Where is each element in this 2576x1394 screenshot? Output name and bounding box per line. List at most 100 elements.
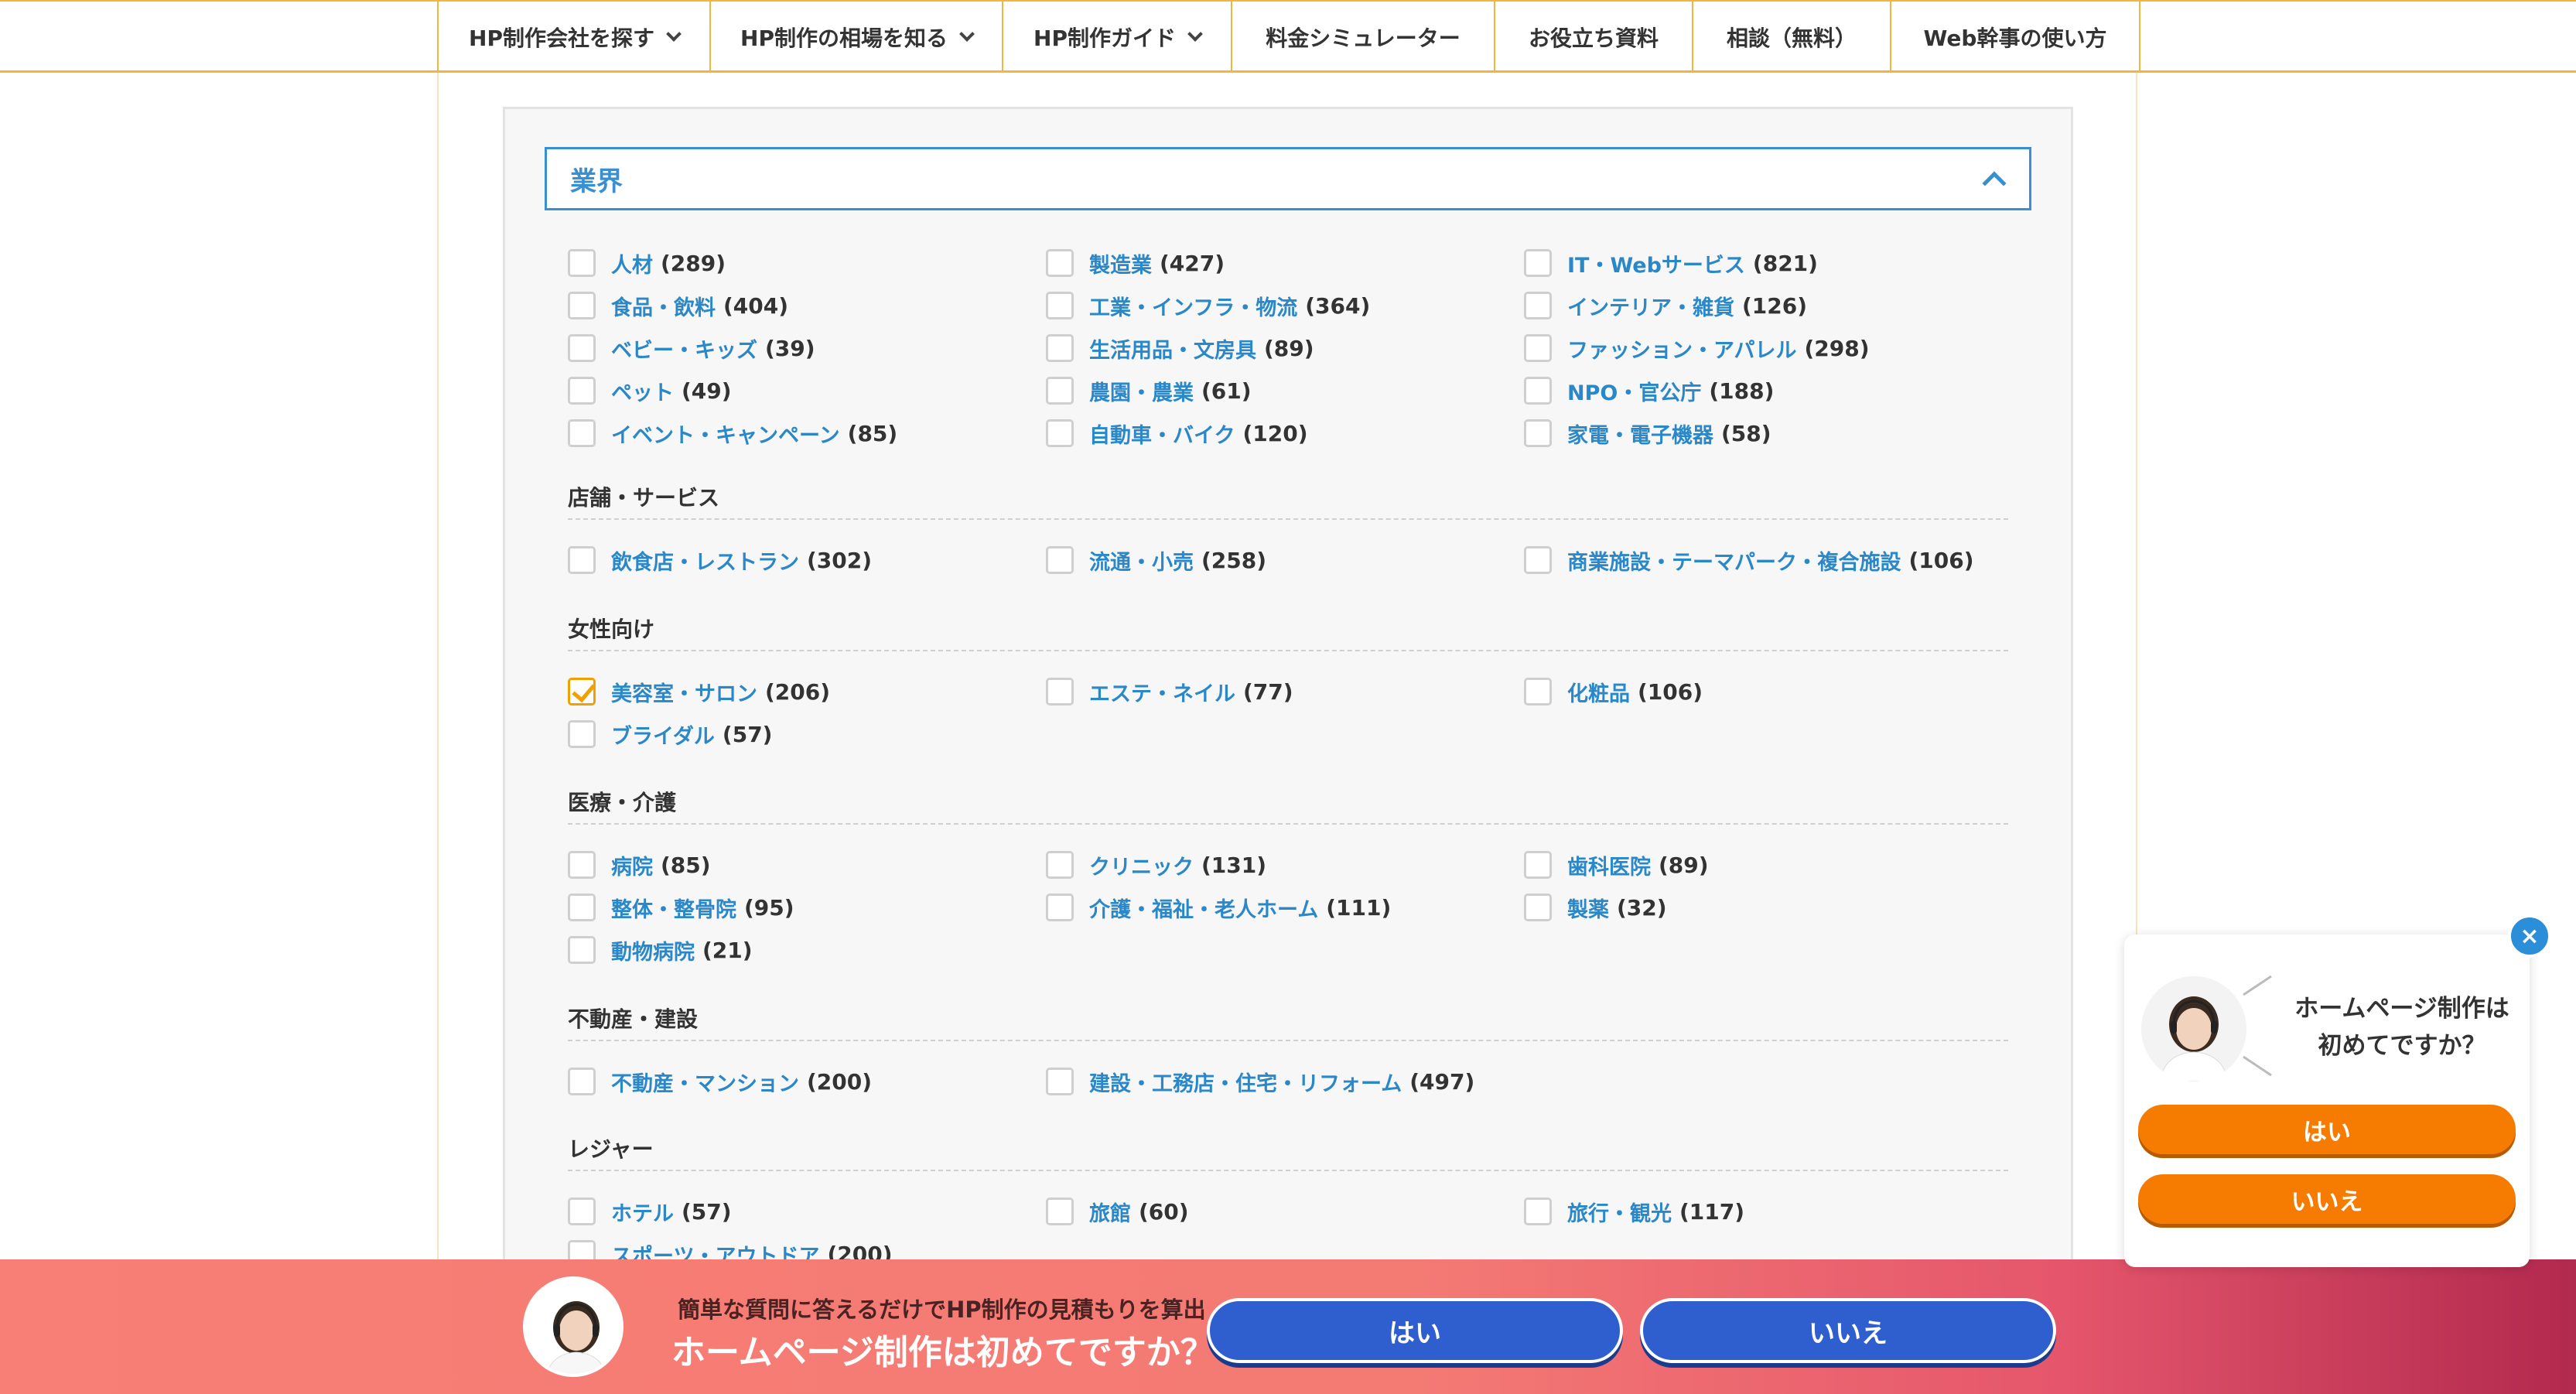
industry-link[interactable]: 食品・飲料 xyxy=(611,291,716,321)
chat-no-button[interactable]: いいえ xyxy=(2138,1174,2516,1224)
checkbox-checked[interactable] xyxy=(568,678,596,706)
industry-checkbox-item[interactable]: 工業・インフラ・物流 (364) xyxy=(1046,290,1370,321)
industry-link[interactable]: 不動産・マンション xyxy=(611,1067,799,1097)
checkbox[interactable] xyxy=(568,334,596,362)
industry-checkbox-item[interactable]: 家電・電子機器 (58) xyxy=(1524,418,1771,449)
industry-checkbox-item[interactable]: 旅館 (60) xyxy=(1046,1196,1189,1227)
checkbox[interactable] xyxy=(1046,678,1074,706)
industry-link[interactable]: 工業・インフラ・物流 xyxy=(1089,291,1297,321)
industry-link[interactable]: 歯科医院 xyxy=(1567,850,1651,880)
nav-resources[interactable]: お役立ち資料 xyxy=(1494,2,1692,72)
checkbox[interactable] xyxy=(1046,292,1074,319)
industry-checkbox-item[interactable]: 流通・小売 (258) xyxy=(1046,545,1266,576)
industry-link[interactable]: 商業施設・テーマパーク・複合施設 xyxy=(1567,545,1901,576)
nav-market-price[interactable]: HP制作の相場を知る xyxy=(709,2,1002,72)
nav-guide[interactable]: HP制作ガイド xyxy=(1002,2,1231,72)
industry-link[interactable]: ファッション・アパレル xyxy=(1567,333,1796,364)
checkbox[interactable] xyxy=(1046,334,1074,362)
industry-link[interactable]: 家電・電子機器 xyxy=(1567,419,1713,449)
industry-checkbox-item[interactable]: 商業施設・テーマパーク・複合施設 (106) xyxy=(1524,545,1974,576)
industry-checkbox-item[interactable]: ブライダル (57) xyxy=(568,719,772,750)
industry-checkbox-item[interactable]: 不動産・マンション (200) xyxy=(568,1066,872,1097)
checkbox[interactable] xyxy=(1524,546,1552,574)
industry-checkbox-item[interactable]: ホテル (57) xyxy=(568,1196,732,1227)
industry-checkbox-item[interactable]: IT・Webサービス (821) xyxy=(1524,248,1818,278)
industry-checkbox-item[interactable]: 食品・飲料 (404) xyxy=(568,290,788,321)
checkbox[interactable] xyxy=(1046,377,1074,405)
checkbox[interactable] xyxy=(568,1198,596,1225)
industry-link[interactable]: ホテル xyxy=(611,1197,674,1227)
industry-checkbox-item[interactable]: 歯科医院 (89) xyxy=(1524,849,1709,880)
industry-checkbox-item[interactable]: 介護・福祉・老人ホーム (111) xyxy=(1046,892,1391,923)
nav-consultation[interactable]: 相談（無料） xyxy=(1692,2,1890,72)
checkbox[interactable] xyxy=(1046,1198,1074,1225)
industry-checkbox-item[interactable]: NPO・官公庁 (188) xyxy=(1524,375,1774,406)
industry-link[interactable]: エステ・ネイル xyxy=(1089,677,1235,707)
nav-find-company[interactable]: HP制作会社を探す xyxy=(437,2,709,72)
industry-link[interactable]: IT・Webサービス xyxy=(1567,248,1745,278)
industry-checkbox-item[interactable]: 化粧品 (106) xyxy=(1524,676,1703,707)
industry-link[interactable]: ベビー・キッズ xyxy=(611,333,757,364)
checkbox[interactable] xyxy=(568,377,596,405)
industry-checkbox-item[interactable]: 旅行・観光 (117) xyxy=(1524,1196,1744,1227)
checkbox[interactable] xyxy=(1524,249,1552,277)
industry-link[interactable]: ブライダル xyxy=(611,719,715,750)
industry-link[interactable]: ペット xyxy=(611,376,674,406)
checkbox[interactable] xyxy=(568,893,596,921)
industry-link[interactable]: 美容室・サロン xyxy=(611,677,757,707)
industry-checkbox-item[interactable]: 美容室・サロン (206) xyxy=(568,676,830,707)
industry-checkbox-item[interactable]: エステ・ネイル (77) xyxy=(1046,676,1293,707)
industry-accordion-header[interactable]: 業界 xyxy=(545,147,2031,210)
checkbox[interactable] xyxy=(568,419,596,447)
industry-link[interactable]: 製薬 xyxy=(1567,893,1609,923)
banner-yes-button[interactable]: はい xyxy=(1207,1298,1623,1363)
industry-link[interactable]: クリニック xyxy=(1089,850,1194,880)
checkbox[interactable] xyxy=(568,851,596,879)
chat-yes-button[interactable]: はい xyxy=(2138,1105,2516,1154)
checkbox[interactable] xyxy=(568,720,596,748)
checkbox[interactable] xyxy=(1524,292,1552,319)
industry-checkbox-item[interactable]: クリニック (131) xyxy=(1046,849,1266,880)
industry-link[interactable]: 飲食店・レストラン xyxy=(611,545,799,576)
industry-link[interactable]: インテリア・雑貨 xyxy=(1567,291,1734,321)
checkbox[interactable] xyxy=(1524,1198,1552,1225)
industry-link[interactable]: 流通・小売 xyxy=(1089,545,1194,576)
checkbox[interactable] xyxy=(568,292,596,319)
checkbox[interactable] xyxy=(1524,678,1552,706)
industry-checkbox-item[interactable]: インテリア・雑貨 (126) xyxy=(1524,290,1807,321)
industry-checkbox-item[interactable]: ファッション・アパレル (298) xyxy=(1524,333,1870,364)
industry-checkbox-item[interactable]: 生活用品・文房具 (89) xyxy=(1046,333,1314,364)
industry-checkbox-item[interactable]: 病院 (85) xyxy=(568,849,711,880)
industry-link[interactable]: 製造業 xyxy=(1089,248,1152,278)
banner-no-button[interactable]: いいえ xyxy=(1640,1298,2056,1363)
industry-link[interactable]: 自動車・バイク xyxy=(1089,419,1235,449)
industry-checkbox-item[interactable]: 製造業 (427) xyxy=(1046,248,1225,278)
industry-link[interactable]: 旅行・観光 xyxy=(1567,1197,1672,1227)
checkbox[interactable] xyxy=(1524,851,1552,879)
industry-link[interactable]: 病院 xyxy=(611,850,653,880)
checkbox[interactable] xyxy=(1046,851,1074,879)
checkbox[interactable] xyxy=(568,546,596,574)
industry-link[interactable]: イベント・キャンペーン xyxy=(611,419,840,449)
industry-checkbox-item[interactable]: 動物病院 (21) xyxy=(568,934,753,965)
industry-link[interactable]: 化粧品 xyxy=(1567,677,1630,707)
checkbox[interactable] xyxy=(1046,546,1074,574)
checkbox[interactable] xyxy=(1524,334,1552,362)
industry-checkbox-item[interactable]: ベビー・キッズ (39) xyxy=(568,333,815,364)
industry-link[interactable]: 旅館 xyxy=(1089,1197,1131,1227)
industry-link[interactable]: 介護・福祉・老人ホーム xyxy=(1089,893,1318,923)
industry-link[interactable]: 人材 xyxy=(611,248,653,278)
industry-checkbox-item[interactable]: イベント・キャンペーン (85) xyxy=(568,418,897,449)
industry-link[interactable]: 生活用品・文房具 xyxy=(1089,333,1256,364)
nav-simulator[interactable]: 料金シミュレーター xyxy=(1231,2,1494,72)
checkbox[interactable] xyxy=(1524,377,1552,405)
chevron-up-icon[interactable] xyxy=(1982,171,2007,196)
checkbox[interactable] xyxy=(1046,893,1074,921)
industry-checkbox-item[interactable]: 飲食店・レストラン (302) xyxy=(568,545,872,576)
industry-link[interactable]: NPO・官公庁 xyxy=(1567,376,1701,406)
industry-checkbox-item[interactable]: 整体・整骨院 (95) xyxy=(568,892,794,923)
checkbox[interactable] xyxy=(568,249,596,277)
checkbox[interactable] xyxy=(1046,249,1074,277)
checkbox[interactable] xyxy=(568,936,596,964)
nav-how-to-use[interactable]: Web幹事の使い方 xyxy=(1890,2,2140,72)
